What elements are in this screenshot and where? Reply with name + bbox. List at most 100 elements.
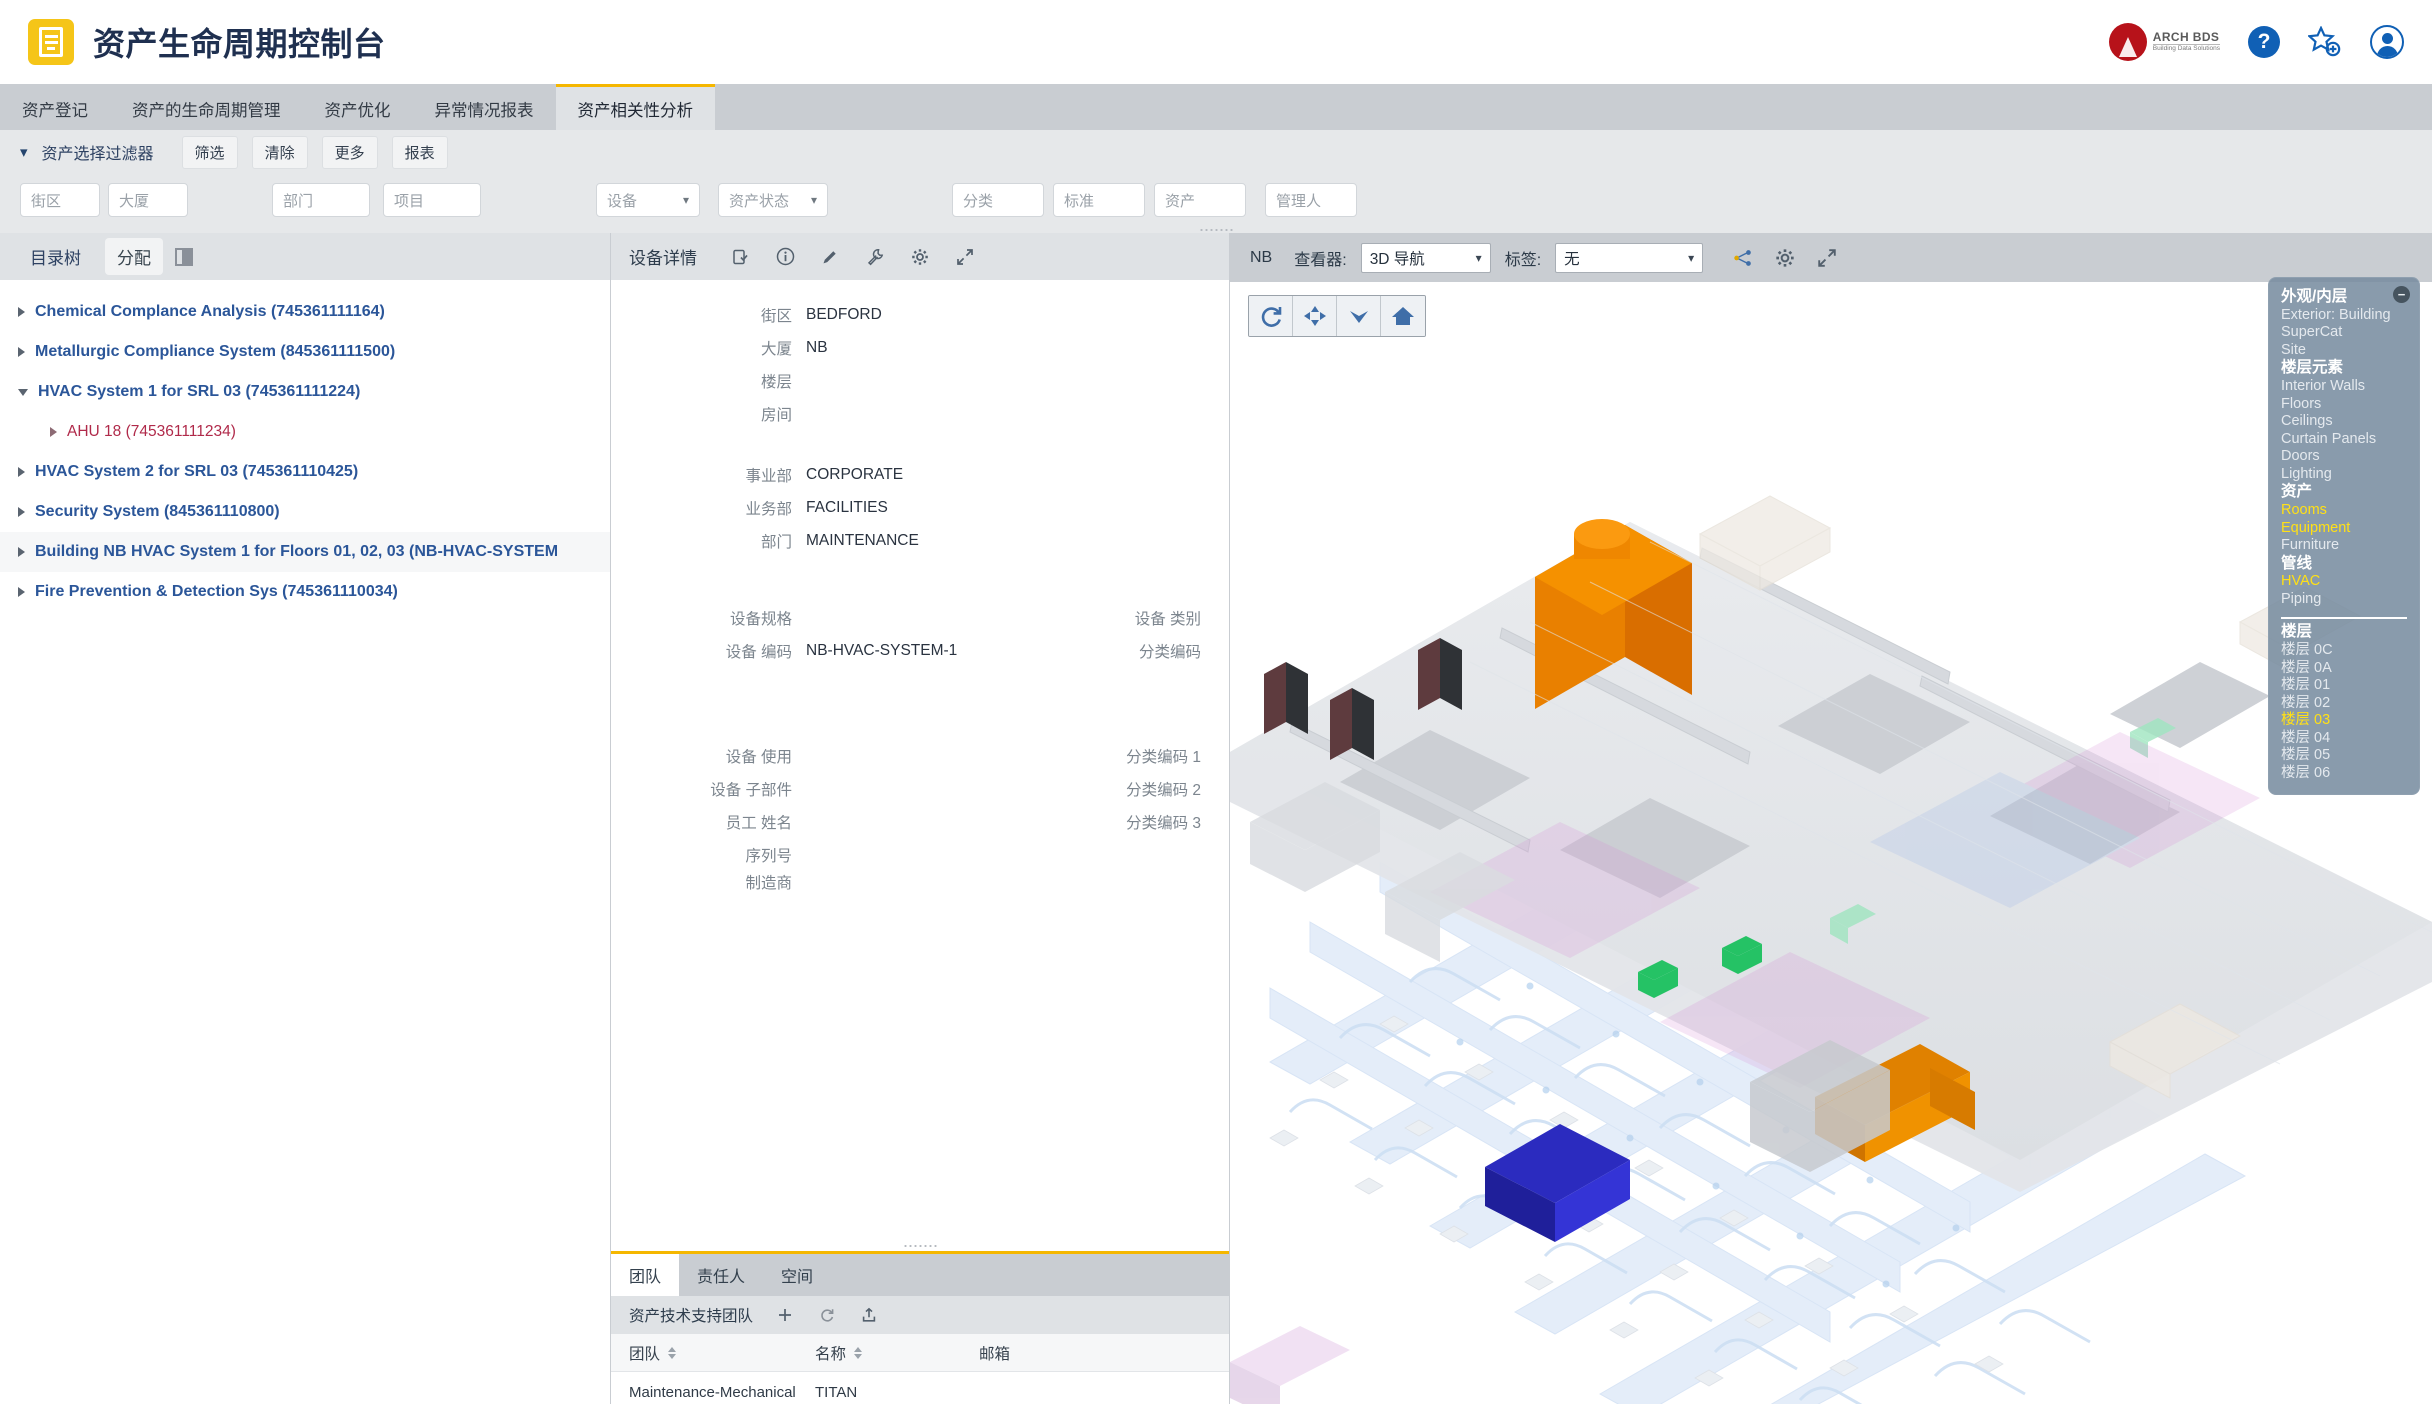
legend-item[interactable]: Exterior: Building xyxy=(2281,307,2409,325)
filter-input-category[interactable]: 分类 xyxy=(952,183,1044,217)
filter-input-project[interactable]: 项目 xyxy=(383,183,481,217)
filter-input-standard[interactable]: 标准 xyxy=(1053,183,1145,217)
tree-tab-allocation[interactable]: 分配 xyxy=(105,238,163,275)
main-content: 目录树 分配 Chemical Complance Analysis (7453… xyxy=(0,233,2432,1404)
tab-exception-report[interactable]: 异常情况报表 xyxy=(413,84,556,130)
legend-item[interactable]: Piping xyxy=(2281,591,2409,609)
refresh-icon[interactable] xyxy=(817,1305,837,1325)
tab-asset-correlation-analysis[interactable]: 资产相关性分析 xyxy=(555,84,715,130)
filter-apply-button[interactable]: 筛选 xyxy=(181,135,238,169)
plus-icon[interactable] xyxy=(775,1305,795,1325)
column-header-email[interactable]: 邮箱 xyxy=(979,1342,1010,1364)
legend-floor-item[interactable]: 楼层 04 xyxy=(2281,730,2409,748)
tree-panel-header: 目录树 分配 xyxy=(0,233,610,280)
chevron-right-icon[interactable] xyxy=(18,307,25,317)
filter-input-department[interactable]: 部门 xyxy=(272,183,370,217)
table-row[interactable]: Maintenance-Mechanical TITAN xyxy=(611,1372,1229,1404)
chevron-right-icon[interactable] xyxy=(18,347,25,357)
tab-lifecycle-management[interactable]: 资产的生命周期管理 xyxy=(110,84,303,130)
chevron-down-icon[interactable]: ▾ xyxy=(20,143,28,161)
tree-node[interactable]: Metallurgic Compliance System (845361111… xyxy=(0,332,610,372)
clipboard-check-icon[interactable] xyxy=(730,247,750,267)
legend-item[interactable]: Floors xyxy=(2281,396,2409,414)
filter-input-building[interactable]: 大厦 xyxy=(108,183,188,217)
info-circle-icon[interactable] xyxy=(775,247,795,267)
tree-node-selected[interactable]: AHU 18 (745361111234) xyxy=(0,412,610,452)
chevron-right-icon[interactable] xyxy=(50,427,57,437)
filter-input-block[interactable]: 街区 xyxy=(20,183,100,217)
filter-select-equipment[interactable]: 设备 ▾ xyxy=(596,183,700,217)
detail-row: 设备 编码 NB-HVAC-SYSTEM-1 分类编码 xyxy=(611,634,1229,667)
legend-item[interactable]: Doors xyxy=(2281,448,2409,466)
column-header-team[interactable]: 团队 xyxy=(611,1342,815,1364)
header-actions: ARCH BDS Building Data Solutions ? xyxy=(2108,23,2404,61)
viewer-tag-select[interactable]: 无 ▾ xyxy=(1555,242,1704,273)
tree-node[interactable]: Security System (845361110800) xyxy=(0,492,610,532)
legend-item[interactable]: Site xyxy=(2281,342,2409,360)
legend-floor-item[interactable]: 楼层 0C xyxy=(2281,642,2409,660)
legend-item[interactable]: Curtain Panels xyxy=(2281,431,2409,449)
3d-scene[interactable] xyxy=(1230,282,2432,1404)
viewer-mode-select[interactable]: 3D 导航 ▾ xyxy=(1360,242,1491,273)
filter-clear-button[interactable]: 清除 xyxy=(251,135,308,169)
chevron-down-icon[interactable] xyxy=(18,388,28,396)
column-header-name[interactable]: 名称 xyxy=(815,1342,979,1364)
chevron-right-icon[interactable] xyxy=(18,507,25,517)
filter-select-asset-status[interactable]: 资产状态 ▾ xyxy=(718,183,828,217)
tab-team[interactable]: 团队 xyxy=(611,1254,680,1296)
legend-item[interactable]: Interior Walls xyxy=(2281,378,2409,396)
tab-asset-optimization[interactable]: 资产优化 xyxy=(303,84,413,130)
detail-row: 业务部 FACILITIES xyxy=(611,491,1229,524)
tab-responsible-person[interactable]: 责任人 xyxy=(679,1254,763,1296)
chevron-right-icon[interactable] xyxy=(18,587,25,597)
expand-arrows-icon[interactable] xyxy=(1817,248,1837,268)
tab-space[interactable]: 空间 xyxy=(763,1254,831,1296)
tab-asset-registration[interactable]: 资产登记 xyxy=(0,84,110,130)
filter-more-button[interactable]: 更多 xyxy=(321,135,378,169)
filter-input-manager[interactable]: 管理人 xyxy=(1265,183,1357,217)
home-icon[interactable] xyxy=(1381,296,1425,336)
legend-item[interactable]: SuperCat xyxy=(2281,324,2409,342)
legend-item-active[interactable]: HVAC xyxy=(2281,573,2409,591)
detail-label: 事业部 xyxy=(745,467,792,485)
export-icon[interactable] xyxy=(859,1305,879,1325)
legend-floor-item[interactable]: 楼层 01 xyxy=(2281,677,2409,695)
legend-item-active[interactable]: Equipment xyxy=(2281,520,2409,538)
tree-node[interactable]: Fire Prevention & Detection Sys (7453611… xyxy=(0,572,610,612)
columns-layout-icon[interactable] xyxy=(175,247,193,266)
filter-input-asset[interactable]: 资产 xyxy=(1154,183,1246,217)
expand-arrows-icon[interactable] xyxy=(955,247,975,267)
legend-floor-item[interactable]: 楼层 06 xyxy=(2281,765,2409,783)
legend-item[interactable]: Furniture xyxy=(2281,537,2409,555)
chevron-right-icon[interactable] xyxy=(18,547,25,557)
legend-item[interactable]: Ceilings xyxy=(2281,413,2409,431)
sort-icon[interactable] xyxy=(854,1346,863,1359)
legend-item-active[interactable]: Rooms xyxy=(2281,502,2409,520)
filter-report-button[interactable]: 报表 xyxy=(391,135,448,169)
share-nodes-icon[interactable] xyxy=(1733,248,1753,268)
pencil-icon[interactable] xyxy=(820,247,840,267)
legend-floor-item-active[interactable]: 楼层 03 xyxy=(2281,712,2409,730)
legend-floor-item[interactable]: 楼层 02 xyxy=(2281,695,2409,713)
legend-floor-item[interactable]: 楼层 0A xyxy=(2281,660,2409,678)
tree-node[interactable]: HVAC System 2 for SRL 03 (745361110425) xyxy=(0,452,610,492)
minus-circle-icon[interactable]: − xyxy=(2393,286,2410,303)
refresh-icon[interactable] xyxy=(1249,296,1293,336)
help-icon[interactable]: ? xyxy=(2248,26,2280,58)
tree-node[interactable]: Chemical Complance Analysis (74536111116… xyxy=(0,292,610,332)
sort-icon[interactable] xyxy=(668,1346,677,1359)
tree-node[interactable]: HVAC System 1 for SRL 03 (745361111224) xyxy=(0,372,610,412)
gear-icon[interactable] xyxy=(1775,248,1795,268)
pan-icon[interactable] xyxy=(1293,296,1337,336)
details-resize-handle[interactable] xyxy=(611,1242,1229,1251)
user-avatar-icon[interactable] xyxy=(2370,25,2404,59)
legend-floor-item[interactable]: 楼层 05 xyxy=(2281,747,2409,765)
gear-icon[interactable] xyxy=(910,247,930,267)
tree-tab-directory[interactable]: 目录树 xyxy=(18,238,93,275)
legend-item[interactable]: Lighting xyxy=(2281,466,2409,484)
star-plus-icon[interactable] xyxy=(2306,25,2342,58)
wrench-icon[interactable] xyxy=(865,247,885,267)
chevron-right-icon[interactable] xyxy=(18,467,25,477)
down-arrow-icon[interactable] xyxy=(1337,296,1381,336)
tree-node[interactable]: Building NB HVAC System 1 for Floors 01,… xyxy=(0,532,610,572)
